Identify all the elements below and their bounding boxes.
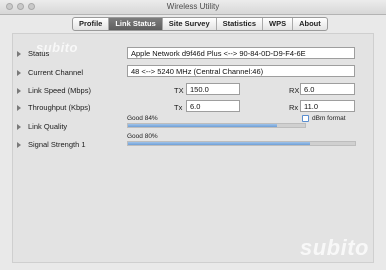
link-quality-label: Link Quality	[28, 122, 68, 131]
throughput-rx-field: 11.0	[300, 100, 355, 112]
disclosure-triangle-icon[interactable]	[17, 124, 21, 130]
link-speed-tx-field: 150.0	[186, 83, 240, 95]
tab-profile[interactable]: Profile	[73, 18, 110, 30]
throughput-label: Throughput (Kbps)	[28, 103, 91, 112]
window-title: Wireless Utility	[166, 2, 220, 11]
link-speed-rx-label: RX	[289, 86, 300, 95]
link-quality-bar-fill	[128, 124, 277, 127]
link-speed-label: Link Speed (Mbps)	[28, 86, 91, 95]
tab-link-status[interactable]: Link Status	[109, 18, 163, 30]
signal-strength-text: Good 80%	[127, 133, 158, 140]
disclosure-triangle-icon[interactable]	[17, 70, 21, 76]
throughput-rx-label: Rx	[289, 103, 299, 112]
throughput-tx-label: Tx	[174, 103, 183, 112]
disclosure-triangle-icon[interactable]	[17, 142, 21, 148]
tab-wps[interactable]: WPS	[263, 18, 294, 30]
link-speed-tx-label: TX	[174, 86, 184, 95]
disclosure-triangle-icon[interactable]	[17, 88, 21, 94]
current-channel-label: Current Channel	[28, 68, 84, 77]
link-quality-text: Good 84%	[127, 115, 158, 122]
watermark-top: subito	[36, 40, 78, 55]
throughput-tx-field: 6.0	[186, 100, 240, 112]
signal-strength-bar-fill	[128, 142, 310, 145]
tab-about[interactable]: About	[293, 18, 327, 30]
dbm-format-checkbox[interactable]	[302, 115, 309, 122]
link-speed-rx-field: 6.0	[300, 83, 355, 95]
tab-site-survey[interactable]: Site Survey	[163, 18, 217, 30]
dbm-format-label: dBm format	[312, 115, 346, 122]
signal-strength-bar	[127, 141, 356, 146]
disclosure-triangle-icon[interactable]	[17, 105, 21, 111]
tab-bar: Profile Link Status Site Survey Statisti…	[72, 17, 328, 31]
link-quality-bar	[127, 123, 306, 128]
tab-statistics[interactable]: Statistics	[217, 18, 263, 30]
signal-strength-label: Signal Strength 1	[28, 140, 86, 149]
channel-field: 48 <--> 5240 MHz (Central Channel:46)	[127, 65, 355, 77]
watermark-bottom: subito	[300, 235, 369, 260]
title-bar: Wireless Utility	[0, 0, 386, 15]
disclosure-triangle-icon[interactable]	[17, 51, 21, 57]
status-field: Apple Network d9f46d Plus <--> 90-84-0D-…	[127, 47, 355, 59]
